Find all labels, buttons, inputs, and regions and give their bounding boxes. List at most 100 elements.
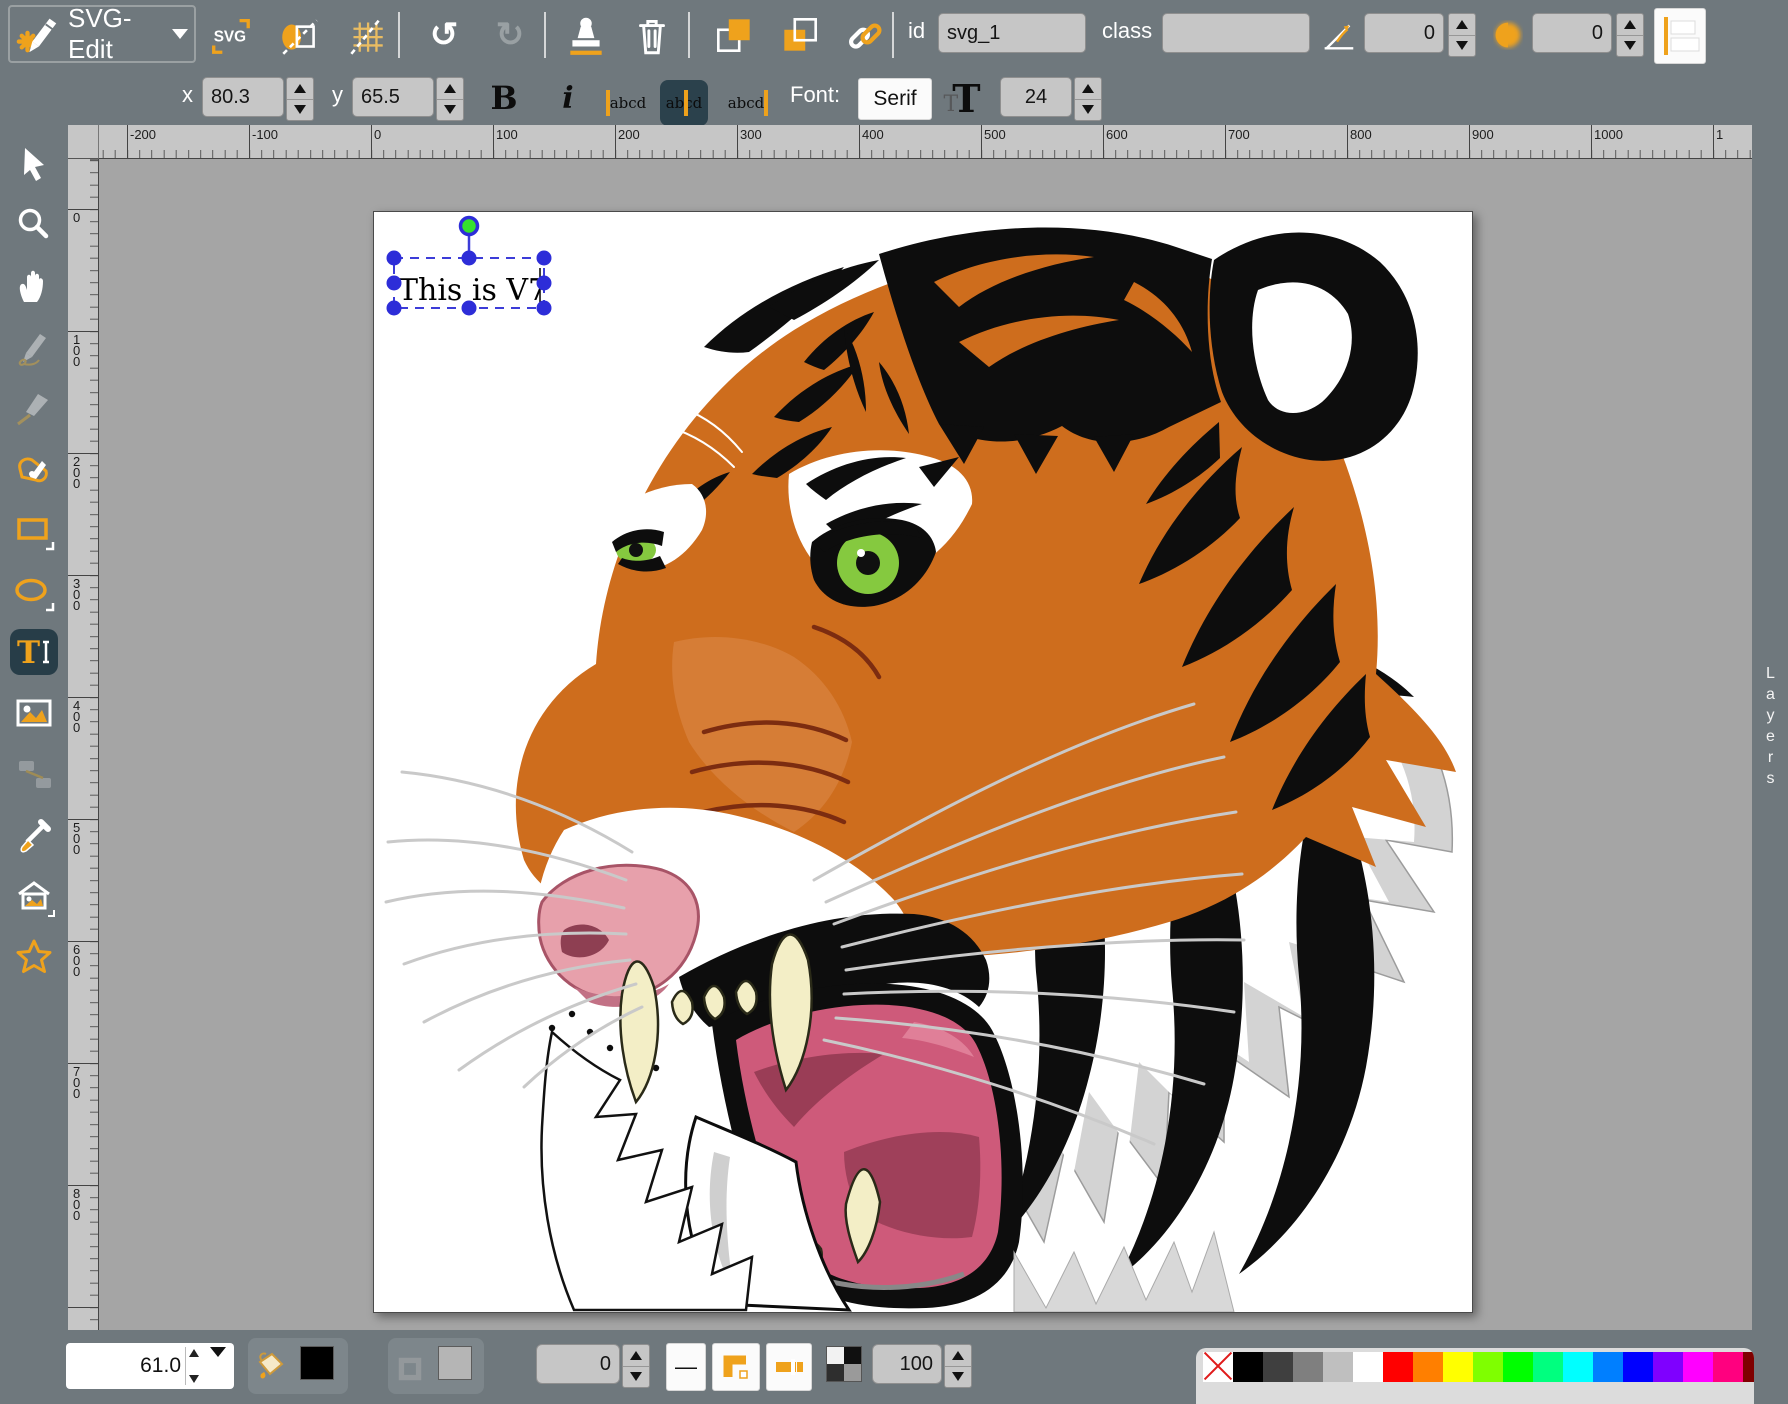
palette-swatch-none[interactable] <box>1203 1352 1233 1382</box>
y-label: y <box>332 82 343 108</box>
svg-canvas[interactable]: This is V7 <box>373 211 1473 1313</box>
text-anchor-start-button[interactable]: abcd <box>602 80 650 126</box>
stroke-color-swatch[interactable] <box>438 1346 472 1380</box>
tool-line[interactable] <box>10 385 58 431</box>
palette-swatch-3f3f3f[interactable] <box>1263 1352 1293 1382</box>
zoom-value: 61.0 <box>66 1354 185 1378</box>
star-icon <box>12 935 56 979</box>
tool-zoom[interactable] <box>10 202 58 248</box>
palette-swatch-00ff7f[interactable] <box>1533 1352 1563 1382</box>
palette-swatch-7f00ff[interactable] <box>1653 1352 1683 1382</box>
align-button[interactable] <box>1654 8 1706 64</box>
linejoin-icon <box>719 1350 753 1384</box>
pen-path-icon <box>12 447 56 491</box>
tiger-artwork[interactable] <box>374 212 1472 1312</box>
tool-connector[interactable] <box>10 751 58 797</box>
palette-swatch-ff7f00[interactable] <box>1413 1352 1443 1382</box>
zoom-spinner[interactable] <box>185 1347 202 1385</box>
tool-select[interactable] <box>10 141 58 187</box>
move-to-top-button[interactable] <box>710 11 758 59</box>
grid-snap-button[interactable] <box>342 11 390 59</box>
magnifier-icon <box>12 203 56 247</box>
layers-panel-toggle[interactable]: Layers <box>1752 125 1788 1330</box>
italic-button[interactable]: i <box>544 74 592 122</box>
stamp-icon <box>563 12 609 58</box>
tool-star[interactable] <box>10 934 58 980</box>
main-menu-button[interactable]: SVG-Edit <box>8 5 196 63</box>
angle-spinner[interactable] <box>1448 13 1476 57</box>
ruler-top-label: 1 <box>1716 127 1723 142</box>
id-input[interactable] <box>938 13 1086 53</box>
redo-button[interactable]: ↻ <box>486 11 534 59</box>
id-label: id <box>908 18 925 44</box>
palette-swatch-0000ff[interactable] <box>1623 1352 1653 1382</box>
x-input[interactable] <box>202 77 284 117</box>
opacity-input[interactable] <box>872 1344 942 1384</box>
tool-pan[interactable] <box>10 263 58 309</box>
palette-swatch-ff007f[interactable] <box>1713 1352 1743 1382</box>
tool-pencil[interactable] <box>10 324 58 370</box>
make-link-button[interactable] <box>840 11 888 59</box>
tool-rect[interactable] <box>10 507 58 553</box>
palette-swatch-7f7f7f[interactable] <box>1293 1352 1323 1382</box>
palette-swatch-ff00ff[interactable] <box>1683 1352 1713 1382</box>
tool-image[interactable] <box>10 690 58 736</box>
ruler-left-label: 3 0 0 <box>73 578 80 611</box>
move-to-bottom-button[interactable] <box>776 11 824 59</box>
ruler-top-label: 1000 <box>1594 127 1623 142</box>
tool-path[interactable] <box>10 446 58 492</box>
stroke-dash-select[interactable]: — <box>666 1343 706 1391</box>
text-anchor-end-button[interactable]: abcd <box>724 80 772 126</box>
y-spinner[interactable] <box>436 77 464 121</box>
edit-source-button[interactable]: SVG <box>206 11 254 59</box>
font-size-input[interactable] <box>1000 77 1072 117</box>
font-family-button[interactable]: Serif <box>858 78 932 120</box>
x-spinner[interactable] <box>286 77 314 121</box>
undo-button[interactable]: ↺ <box>420 11 468 59</box>
y-input[interactable] <box>352 77 434 117</box>
anchor-end-label: abcd <box>728 94 765 112</box>
ruler-left-label: 4 0 0 <box>73 700 80 733</box>
palette-swatch-007fff[interactable] <box>1593 1352 1623 1382</box>
palette-swatch-00ff00[interactable] <box>1503 1352 1533 1382</box>
toolbar-separator <box>688 12 690 58</box>
blur-spinner[interactable] <box>1616 13 1644 57</box>
tool-shape-library[interactable] <box>10 873 58 919</box>
palette-swatch-ffffff[interactable] <box>1353 1352 1383 1382</box>
palette-swatch-ff0000[interactable] <box>1383 1352 1413 1382</box>
palette-swatch-000000[interactable] <box>1233 1352 1263 1382</box>
wireframe-mode-button[interactable] <box>276 11 324 59</box>
clone-button[interactable] <box>562 11 610 59</box>
opacity-spinner[interactable] <box>944 1344 972 1388</box>
palette-swatch-7fff00[interactable] <box>1473 1352 1503 1382</box>
bold-button[interactable]: B <box>480 74 528 122</box>
angle-input[interactable] <box>1364 13 1444 53</box>
palette-swatch-7f0000[interactable] <box>1743 1352 1754 1382</box>
palette-swatch-ffff00[interactable] <box>1443 1352 1473 1382</box>
font-size-spinner[interactable] <box>1074 77 1102 121</box>
work-area[interactable]: -200-10001002003004005006007008009001000… <box>68 125 1752 1330</box>
linecap-button[interactable] <box>766 1343 812 1391</box>
zoom-dropdown[interactable] <box>202 1357 234 1375</box>
stroke-icon <box>392 1345 428 1393</box>
menu-chevron-down-icon <box>172 29 188 39</box>
font-size-icon: T T <box>938 74 986 122</box>
tool-eyedropper[interactable] <box>10 812 58 858</box>
palette-swatch-bfbfbf[interactable] <box>1323 1352 1353 1382</box>
pencil-icon <box>12 325 56 369</box>
zoom-control[interactable]: 61.0 <box>66 1343 234 1389</box>
text-anchor-middle-button[interactable]: abcd <box>660 80 708 126</box>
ruler-left-label: 1 0 0 <box>73 334 80 367</box>
tool-ellipse[interactable] <box>10 568 58 614</box>
delete-button[interactable] <box>628 11 676 59</box>
fill-color-swatch[interactable] <box>300 1346 334 1380</box>
stroke-width-spinner[interactable] <box>622 1344 650 1388</box>
svg-text:SVG: SVG <box>214 29 246 46</box>
blur-input[interactable] <box>1532 13 1612 53</box>
class-input[interactable] <box>1162 13 1310 53</box>
stroke-width-input[interactable] <box>536 1344 620 1384</box>
tool-text[interactable]: T <box>10 629 58 675</box>
connector-icon <box>12 752 56 796</box>
palette-swatch-00ffff[interactable] <box>1563 1352 1593 1382</box>
linejoin-button[interactable] <box>712 1343 760 1391</box>
